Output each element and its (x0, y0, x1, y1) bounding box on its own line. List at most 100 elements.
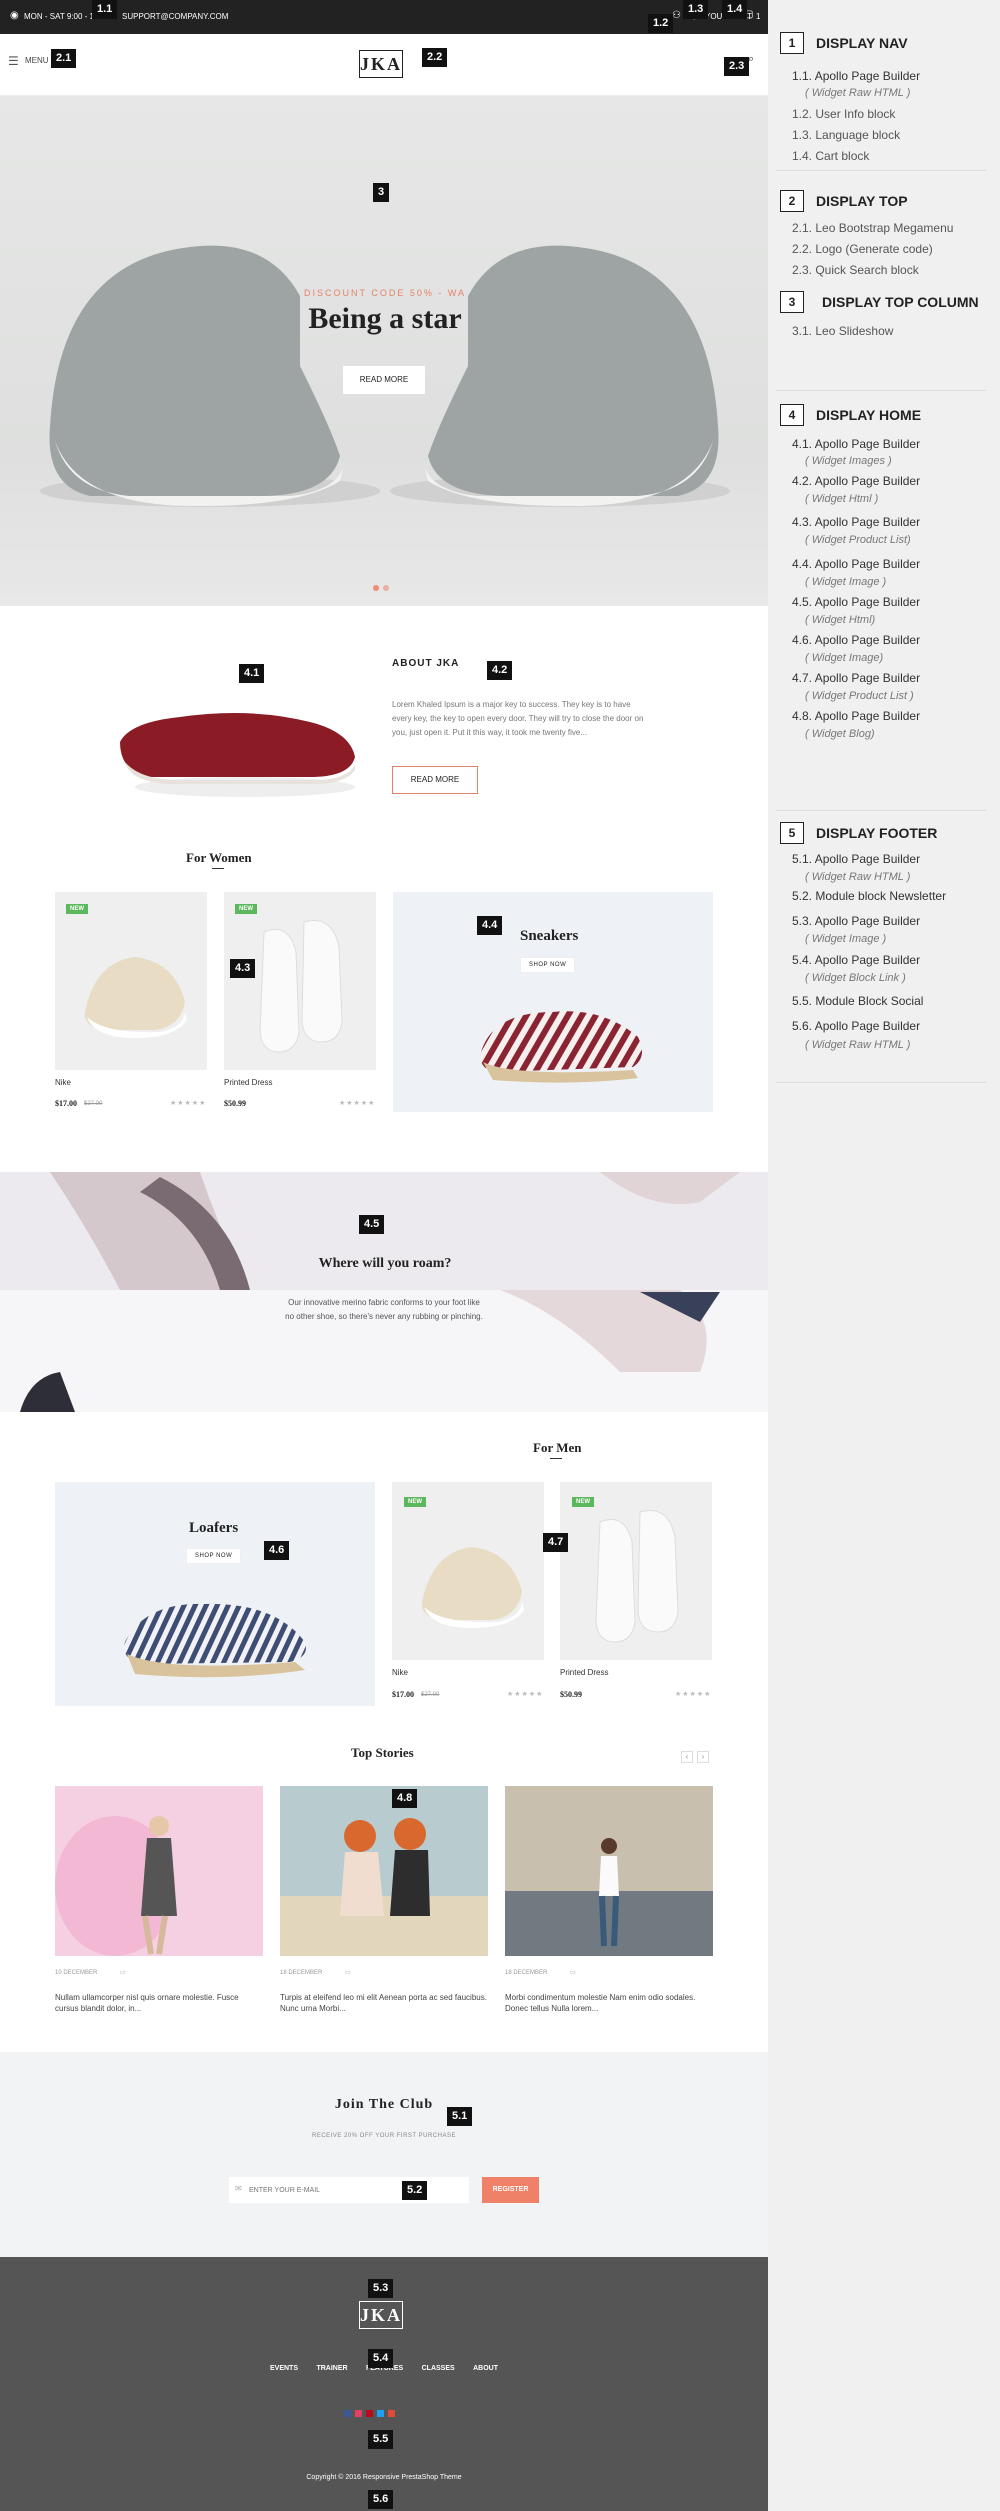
product-thumb[interactable] (55, 892, 207, 1070)
shop-now-button[interactable]: SHOP NOW (186, 1548, 242, 1564)
legend-subitem: ( Widget Product List) (805, 534, 911, 546)
story-image[interactable] (280, 1786, 488, 1956)
legend-number: 1 (780, 32, 804, 54)
site-preview: ◉ MON - SAT 9:00 - 18:00 ✉ SUPPORT@COMPA… (0, 0, 768, 2511)
marker-label: 1.2 (648, 14, 674, 33)
legend-title: DISPLAY TOP (816, 193, 908, 209)
pinterest-icon[interactable] (366, 2410, 373, 2417)
story-date: 18 DECEMBER (280, 1970, 323, 1976)
product-old-price: $27.00 (421, 1692, 440, 1698)
legend-item: 1.1. Apollo Page Builder (792, 69, 921, 83)
newsletter-email-input[interactable] (249, 2181, 459, 2199)
product-thumb[interactable] (224, 892, 376, 1070)
product-thumb[interactable] (560, 1482, 712, 1660)
product-thumb[interactable] (392, 1482, 544, 1660)
legend-item: 3.1. Leo Slideshow (792, 324, 894, 338)
marker-label: 4.5 (359, 1215, 385, 1234)
facebook-icon[interactable] (344, 2410, 351, 2417)
top-stories-title: Top Stories (351, 1745, 414, 1760)
product-name[interactable]: Nike (55, 1078, 71, 1087)
new-badge: NEW (572, 1497, 594, 1507)
story-text[interactable]: Nullam ullamcorper nisl quis ornare mole… (55, 1992, 263, 2014)
title-underline (212, 868, 224, 869)
sneakers-promo[interactable] (393, 892, 713, 1112)
legend-divider (776, 1082, 986, 1083)
legend-number: 2 (780, 190, 804, 212)
product-name[interactable]: Nike (392, 1668, 408, 1677)
email-field[interactable]: ✉ (229, 2177, 469, 2203)
marker-label: 5.1 (447, 2107, 473, 2126)
footer-link[interactable]: TRAINER (316, 2365, 347, 2372)
new-badge: NEW (404, 1497, 426, 1507)
white-sneaker-image (259, 920, 343, 1053)
hamburger-icon[interactable]: ☰ (8, 54, 19, 68)
user-icon[interactable]: ⚇ (672, 10, 681, 21)
loafers-promo[interactable] (55, 1482, 375, 1706)
support-email[interactable]: SUPPORT@COMPANY.COM (122, 12, 228, 21)
rating-stars: ★★★★★ (339, 1100, 376, 1107)
marker-label: 4.8 (392, 1789, 418, 1808)
story-text[interactable]: Turpis at eleifend leo mi elit Aenean po… (280, 1992, 488, 2014)
twitter-icon[interactable] (377, 2410, 384, 2417)
legend-title: DISPLAY HOME (816, 407, 922, 423)
story-image[interactable] (55, 1786, 263, 1956)
hero-read-more-button[interactable]: READ MORE (343, 366, 425, 394)
legend-subitem: ( Widget Image) (805, 652, 884, 664)
story-date: 18 DECEMBER (505, 1970, 548, 1976)
comment-icon: ▭ (570, 1970, 576, 1976)
marker-label: 4.4 (477, 916, 503, 935)
menu-label[interactable]: MENU (25, 56, 49, 65)
legend-subitem: ( Widget Product List ) (805, 690, 914, 702)
beige-sneaker-image (421, 1547, 524, 1628)
rating-stars: ★★★★★ (675, 1691, 712, 1698)
marker-label: 4.6 (264, 1541, 290, 1560)
legend-title: DISPLAY NAV (816, 35, 908, 51)
legend-item: 4.5. Apollo Page Builder (792, 595, 921, 609)
rating-stars: ★★★★★ (170, 1100, 207, 1107)
new-badge: NEW (235, 904, 257, 914)
footer-logo[interactable]: JKA (359, 2301, 403, 2329)
legend-item: 2.1. Leo Bootstrap Megamenu (792, 221, 954, 235)
marker-label: 1.4 (722, 0, 748, 19)
page: ◉ MON - SAT 9:00 - 18:00 ✉ SUPPORT@COMPA… (0, 0, 1000, 2511)
about-read-more-button[interactable]: READ MORE (392, 766, 478, 794)
legend-number: 4 (780, 404, 804, 426)
marker-label: 2.2 (422, 48, 448, 67)
product-name[interactable]: Printed Dress (560, 1668, 608, 1677)
legend-subitem: ( Widget Image ) (805, 576, 887, 588)
striped-sneaker-image (480, 1011, 642, 1083)
product-name[interactable]: Printed Dress (224, 1078, 272, 1087)
legend-divider (776, 810, 986, 811)
legend-item: 5.1. Apollo Page Builder (792, 852, 921, 866)
legend-item: 5.6. Apollo Page Builder (792, 1019, 921, 1033)
new-badge: NEW (66, 904, 88, 914)
marker-label: 4.7 (543, 1533, 569, 1552)
footer-link[interactable]: ABOUT (473, 2365, 498, 2372)
marker-label: 5.4 (368, 2349, 394, 2368)
module-legend-sidebar: 1 DISPLAY NAV 1.1. Apollo Page Builder (… (768, 0, 1000, 2511)
rating-stars: ★★★★★ (507, 1691, 544, 1698)
comment-icon: ▭ (345, 1970, 351, 1976)
prev-arrow-icon[interactable]: ‹ (681, 1751, 693, 1763)
shop-now-button[interactable]: SHOP NOW (520, 957, 576, 973)
about-text: Lorem Khaled Ipsum is a major key to suc… (392, 700, 644, 737)
newsletter-title: Join The Club (334, 2097, 434, 2112)
copyright: Copyright © 2016 Responsive PrestaShop T… (306, 2474, 462, 2481)
loafer-image (124, 1603, 306, 1678)
google-plus-icon[interactable] (388, 2410, 395, 2417)
story-image[interactable] (505, 1786, 713, 1956)
instagram-icon[interactable] (355, 2410, 362, 2417)
register-button[interactable]: REGISTER (482, 2177, 539, 2203)
legend-subitem: ( Widget Html ) (805, 493, 879, 505)
marker-label: 3 (373, 183, 390, 202)
white-sneaker-image (595, 1510, 679, 1643)
story-text[interactable]: Morbi condimentum molestie Nam enim odio… (505, 1992, 713, 2014)
marker-label: 5.2 (402, 2181, 428, 2200)
footer-link[interactable]: EVENTS (270, 2365, 298, 2372)
legend-item: 4.7. Apollo Page Builder (792, 671, 921, 685)
hero-subtitle: DISCOUNT CODE 50% - WA (303, 288, 466, 298)
footer-link[interactable]: CLASSES (422, 2365, 455, 2372)
next-arrow-icon[interactable]: › (697, 1751, 709, 1763)
legend-number: 5 (780, 822, 804, 844)
site-logo[interactable]: JKA (359, 50, 403, 78)
